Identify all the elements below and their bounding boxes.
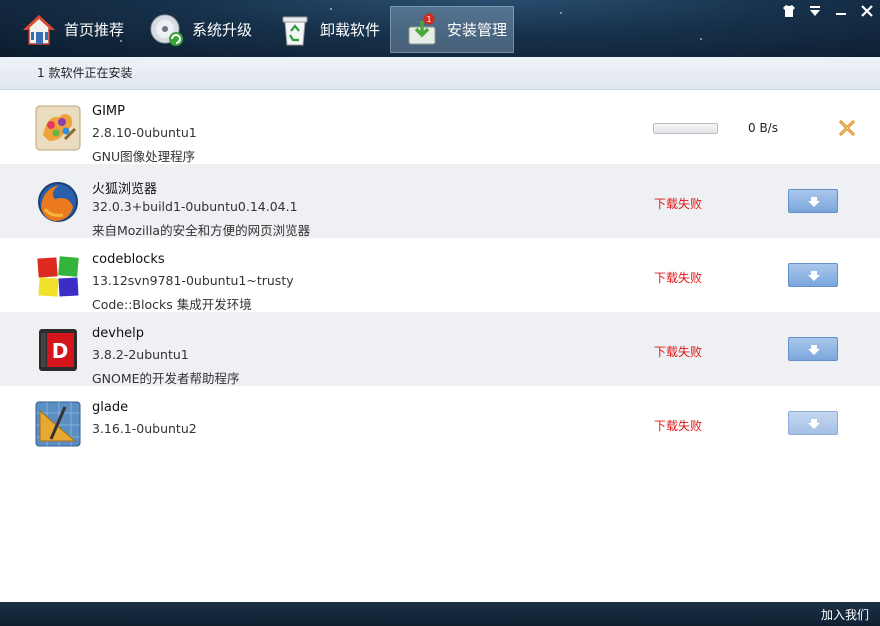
app-name: glade — [92, 400, 129, 415]
download-failed-status: 下载失败 — [654, 345, 703, 359]
tab-system-upgrade[interactable]: 系统升级 — [150, 6, 252, 53]
menu-icon[interactable] — [808, 4, 822, 18]
list-item-failed: D devhelp 3.8.2-2ubuntu1 GNOME的开发者帮助程序 下… — [0, 312, 880, 386]
install-status-bar: 1 款软件正在安装 — [0, 57, 880, 90]
recycle-bin-icon — [278, 13, 312, 47]
star-decoration — [560, 12, 562, 14]
tab-install-manage[interactable]: 1 安装管理 — [390, 6, 514, 53]
download-failed-status: 下载失败 — [654, 419, 703, 433]
devhelp-icon: D — [35, 327, 81, 373]
tab-home-label: 首页推荐 — [64, 21, 125, 39]
devhelp-logo-letter: D — [52, 339, 69, 363]
download-failed-status: 下载失败 — [654, 197, 703, 211]
list-item-failed: glade 3.16.1-0ubuntu2 下载失败 — [0, 386, 880, 460]
codeblocks-icon — [35, 253, 81, 299]
tab-install-manage-label: 安装管理 — [447, 21, 508, 39]
tab-uninstall-label: 卸载软件 — [320, 21, 381, 39]
download-speed: 0 B/s — [748, 121, 778, 135]
app-version: 3.16.1-0ubuntu2 — [92, 421, 197, 436]
app-version: 32.0.3+build1-0ubuntu0.14.04.1 — [92, 199, 298, 214]
tab-system-upgrade-label: 系统升级 — [192, 21, 253, 39]
glade-icon — [35, 401, 81, 447]
list-item-failed: codeblocks 13.12svn9781-0ubuntu1~trusty … — [0, 238, 880, 312]
app-name: GIMP — [92, 104, 125, 119]
app-version: 3.8.2-2ubuntu1 — [92, 347, 189, 362]
install-manage-icon: 1 — [405, 13, 439, 47]
install-status-text: 1 款软件正在安装 — [37, 66, 133, 80]
minimize-icon[interactable] — [834, 4, 848, 18]
shirt-icon[interactable] — [782, 4, 796, 18]
window-controls — [782, 4, 874, 18]
app-version: 13.12svn9781-0ubuntu1~trusty — [92, 273, 294, 288]
join-us-link[interactable]: 加入我们 — [821, 606, 869, 623]
list-item-failed: 火狐浏览器 32.0.3+build1-0ubuntu0.14.04.1 来自M… — [0, 164, 880, 238]
install-badge: 1 — [426, 15, 431, 24]
app-name: 火狐浏览器 — [92, 182, 158, 197]
disc-upgrade-icon — [150, 13, 184, 47]
footer-bar: 加入我们 — [0, 602, 880, 626]
install-list: GIMP 2.8.10-0ubuntu1 GNU图像处理程序 0 B/s 火狐浏… — [0, 90, 880, 602]
retry-download-button[interactable] — [788, 263, 838, 287]
firefox-icon — [35, 179, 81, 225]
cancel-install-icon[interactable] — [838, 119, 856, 137]
star-decoration — [700, 38, 702, 40]
app-name: devhelp — [92, 326, 145, 341]
app-version: 2.8.10-0ubuntu1 — [92, 125, 197, 140]
app-name: codeblocks — [92, 252, 165, 267]
download-progress-bar — [653, 123, 718, 134]
app-description: 来自Mozilla的安全和方便的网页浏览器 — [92, 223, 311, 238]
app-description: GNOME的开发者帮助程序 — [92, 371, 240, 386]
retry-download-button[interactable] — [788, 337, 838, 361]
list-item-installing: GIMP 2.8.10-0ubuntu1 GNU图像处理程序 0 B/s — [0, 90, 880, 164]
download-failed-status: 下载失败 — [654, 271, 703, 285]
top-navigation-bar: 首页推荐 系统升级 卸载软件 1 安装管理 — [0, 0, 880, 57]
tab-home[interactable]: 首页推荐 — [22, 6, 124, 53]
app-description: Code::Blocks 集成开发环境 — [92, 297, 252, 312]
gimp-icon — [35, 105, 81, 151]
tab-uninstall[interactable]: 卸载软件 — [278, 6, 380, 53]
retry-download-button[interactable] — [788, 411, 838, 435]
home-icon — [22, 13, 56, 47]
retry-download-button[interactable] — [788, 189, 838, 213]
app-description: GNU图像处理程序 — [92, 149, 196, 164]
close-icon[interactable] — [860, 4, 874, 18]
